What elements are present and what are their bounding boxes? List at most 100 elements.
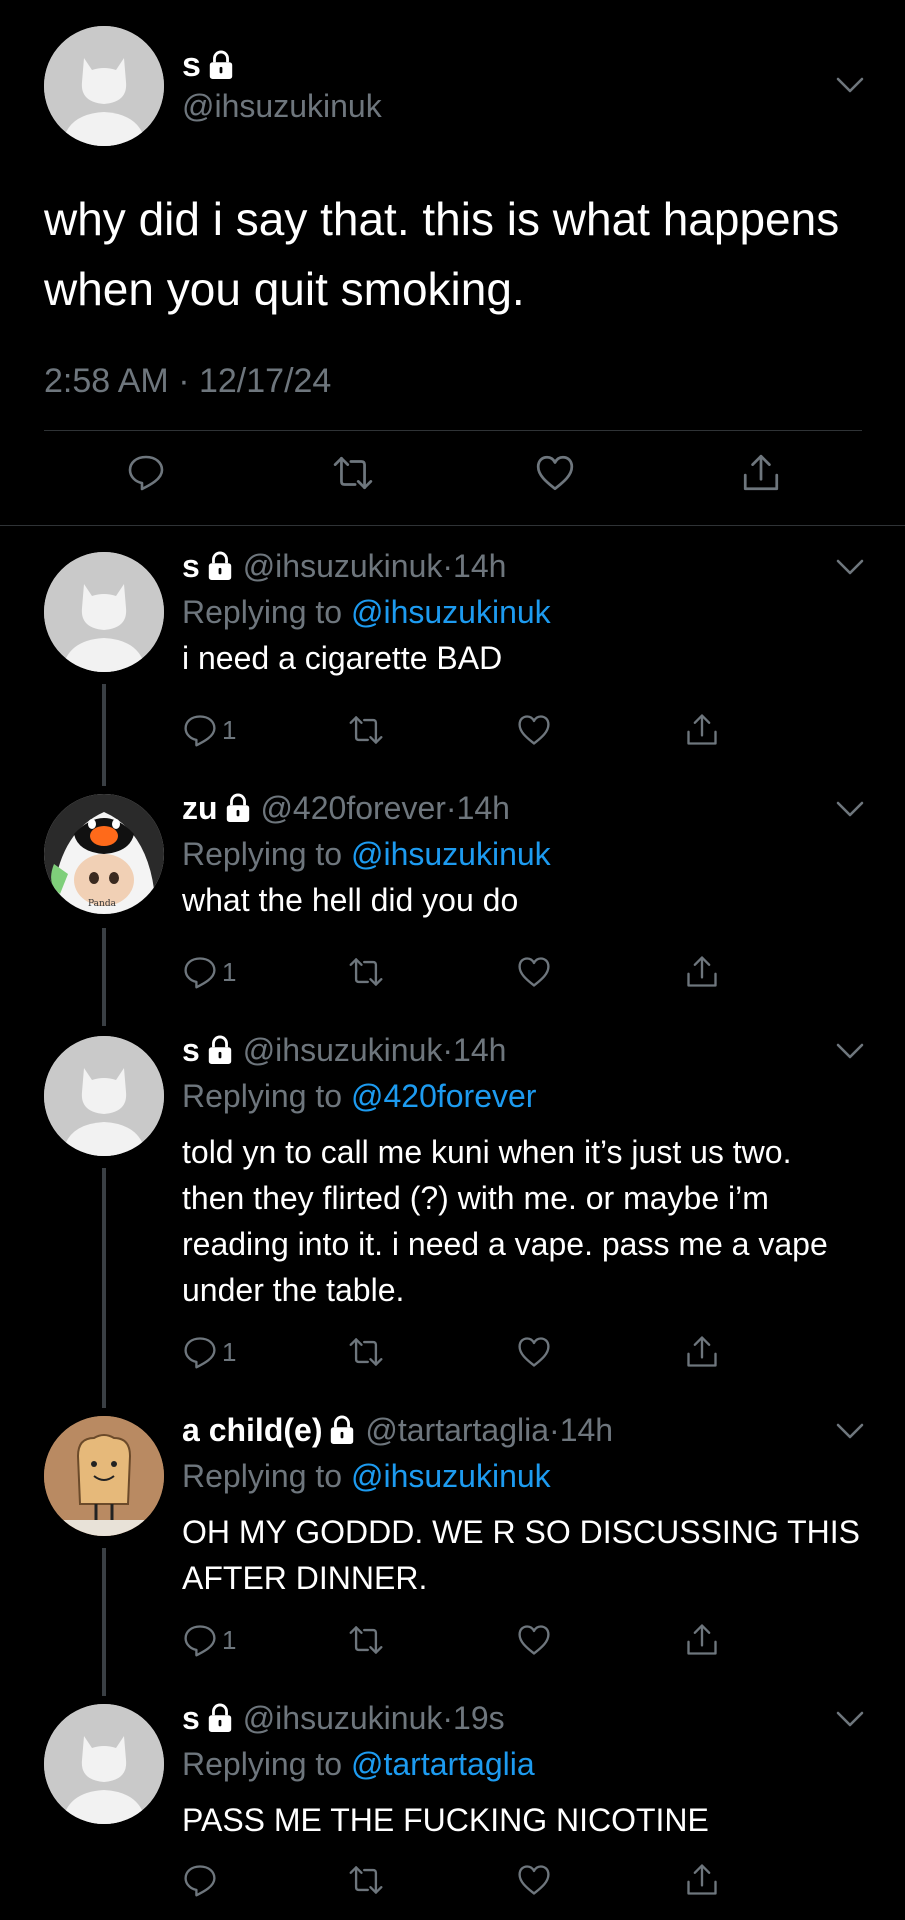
separator-dot: · [442, 1032, 454, 1068]
replying-handle[interactable]: @ihsuzukinuk [351, 1458, 551, 1494]
retweet-button[interactable] [348, 710, 384, 750]
share-button[interactable] [684, 1860, 720, 1900]
avatar[interactable] [44, 26, 164, 146]
chevron-down-icon[interactable] [835, 558, 865, 576]
chevron-down-icon[interactable] [835, 1710, 865, 1728]
lock-icon [328, 1415, 356, 1445]
tweet-time: 2:58 AM [44, 362, 169, 400]
share-icon[interactable] [740, 452, 782, 494]
username[interactable]: @ihsuzukinuk [243, 548, 443, 584]
replying-label: Replying to [182, 836, 343, 872]
username[interactable]: @ihsuzukinuk [243, 1700, 443, 1736]
reply-count: 1 [222, 714, 237, 745]
tweet-text: why did i say that. this is what happens… [44, 193, 840, 315]
replying-handle[interactable]: @420forever [351, 1078, 536, 1114]
like-button[interactable] [516, 710, 552, 750]
like-icon [516, 1622, 552, 1658]
replying-handle[interactable]: @tartartaglia [351, 1746, 535, 1782]
tweet-age[interactable]: 14h [453, 548, 506, 584]
tweet-age[interactable]: 14h [560, 1412, 613, 1448]
display-name[interactable]: zu [182, 790, 218, 826]
chevron-down-icon[interactable] [835, 1422, 865, 1440]
share-icon [684, 712, 720, 748]
share-button[interactable] [684, 952, 720, 992]
default-avatar-icon [44, 1704, 164, 1824]
tweet-text: i need a cigarette BAD [182, 640, 503, 676]
reply-count: 1 [222, 956, 237, 987]
display-name[interactable]: s [182, 548, 200, 584]
tweet-age[interactable]: 14h [453, 1032, 506, 1068]
separator-dot: · [549, 1412, 560, 1448]
avatar[interactable] [44, 1416, 164, 1536]
username[interactable]: @ihsuzukinuk [243, 1032, 443, 1068]
replying-label: Replying to [182, 1746, 343, 1782]
reply-button[interactable]: 1 [182, 710, 236, 750]
share-button[interactable] [684, 710, 720, 750]
chevron-down-icon[interactable] [835, 76, 865, 94]
username[interactable]: @tartartaglia [365, 1412, 549, 1448]
reply-tweet[interactable]: s @ihsuzukinuk·14h Replying to @ihsuzuki… [0, 546, 905, 756]
replying-handle[interactable]: @ihsuzukinuk [351, 594, 551, 630]
display-name[interactable]: s [182, 1700, 200, 1736]
default-avatar-icon [44, 1036, 164, 1156]
reply-tweet[interactable]: s @ihsuzukinuk·19s Replying to @tartarta… [0, 1698, 905, 1908]
default-avatar-icon [44, 552, 164, 672]
reply-icon [182, 1334, 218, 1370]
retweet-button[interactable] [348, 952, 384, 992]
reply-header: s @ihsuzukinuk·19s [182, 1698, 505, 1738]
like-button[interactable] [516, 1860, 552, 1900]
like-button[interactable] [516, 952, 552, 992]
like-button[interactable] [516, 1620, 552, 1660]
retweet-icon[interactable] [332, 452, 374, 494]
separator-dot: · [442, 1700, 454, 1736]
share-icon [684, 1862, 720, 1898]
retweet-button[interactable] [348, 1860, 384, 1900]
avatar[interactable] [44, 1036, 164, 1156]
reply-button[interactable]: 1 [182, 952, 236, 992]
reply-header: s @ihsuzukinuk·14h [182, 1030, 506, 1070]
tweet-age[interactable]: 14h [457, 790, 510, 826]
chevron-down-icon[interactable] [835, 800, 865, 818]
replying-handle[interactable]: @ihsuzukinuk [351, 836, 551, 872]
display-name[interactable]: a child(e) [182, 1412, 322, 1448]
like-button[interactable] [516, 1332, 552, 1372]
chevron-down-icon[interactable] [835, 1042, 865, 1060]
display-name[interactable]: s [182, 1032, 200, 1068]
svg-text:Panda: Panda [88, 899, 117, 909]
avatar[interactable]: Panda [44, 794, 164, 914]
retweet-icon [348, 712, 384, 748]
avatar[interactable] [44, 1704, 164, 1824]
lock-icon [224, 793, 252, 823]
tweet-timestamp[interactable]: 2:58 AM · 12/17/24 [44, 362, 331, 401]
reply-tweet[interactable]: s @ihsuzukinuk·14h Replying to @420forev… [0, 1030, 905, 1360]
reply-icon [182, 1622, 218, 1658]
reply-button[interactable]: 1 [182, 1620, 236, 1660]
replying-label: Replying to [182, 594, 343, 630]
reply-button[interactable] [182, 1860, 222, 1900]
display-name[interactable]: s [182, 46, 201, 84]
reply-tweet[interactable]: a child(e) @tartartaglia·14h Replying to… [0, 1410, 905, 1680]
divider [0, 525, 905, 526]
retweet-icon [348, 954, 384, 990]
retweet-icon [348, 1334, 384, 1370]
share-button[interactable] [684, 1620, 720, 1660]
retweet-button[interactable] [348, 1332, 384, 1372]
tweet-age[interactable]: 19s [453, 1700, 505, 1736]
share-button[interactable] [684, 1332, 720, 1372]
reply-icon [182, 712, 218, 748]
tweet-text: OH MY GODDD. WE R SO DISCUSSING THIS AFT… [182, 1514, 860, 1596]
retweet-icon [348, 1622, 384, 1658]
reply-button[interactable]: 1 [182, 1332, 236, 1372]
action-bar: 1 [182, 1620, 742, 1664]
like-icon[interactable] [534, 452, 576, 494]
reply-tweet[interactable]: Panda zu @420forever·14h Replying to @ih… [0, 788, 905, 998]
reply-icon[interactable] [126, 452, 166, 492]
tweet-text: told yn to call me kuni when it’s just u… [182, 1134, 828, 1308]
tweet-date: 12/17/24 [198, 362, 332, 400]
retweet-icon [348, 1862, 384, 1898]
replying-to: Replying to @ihsuzukinuk [182, 1456, 551, 1496]
username[interactable]: @420forever [260, 790, 445, 826]
retweet-button[interactable] [348, 1620, 384, 1660]
avatar[interactable] [44, 552, 164, 672]
username[interactable]: @ihsuzukinuk [182, 88, 382, 125]
